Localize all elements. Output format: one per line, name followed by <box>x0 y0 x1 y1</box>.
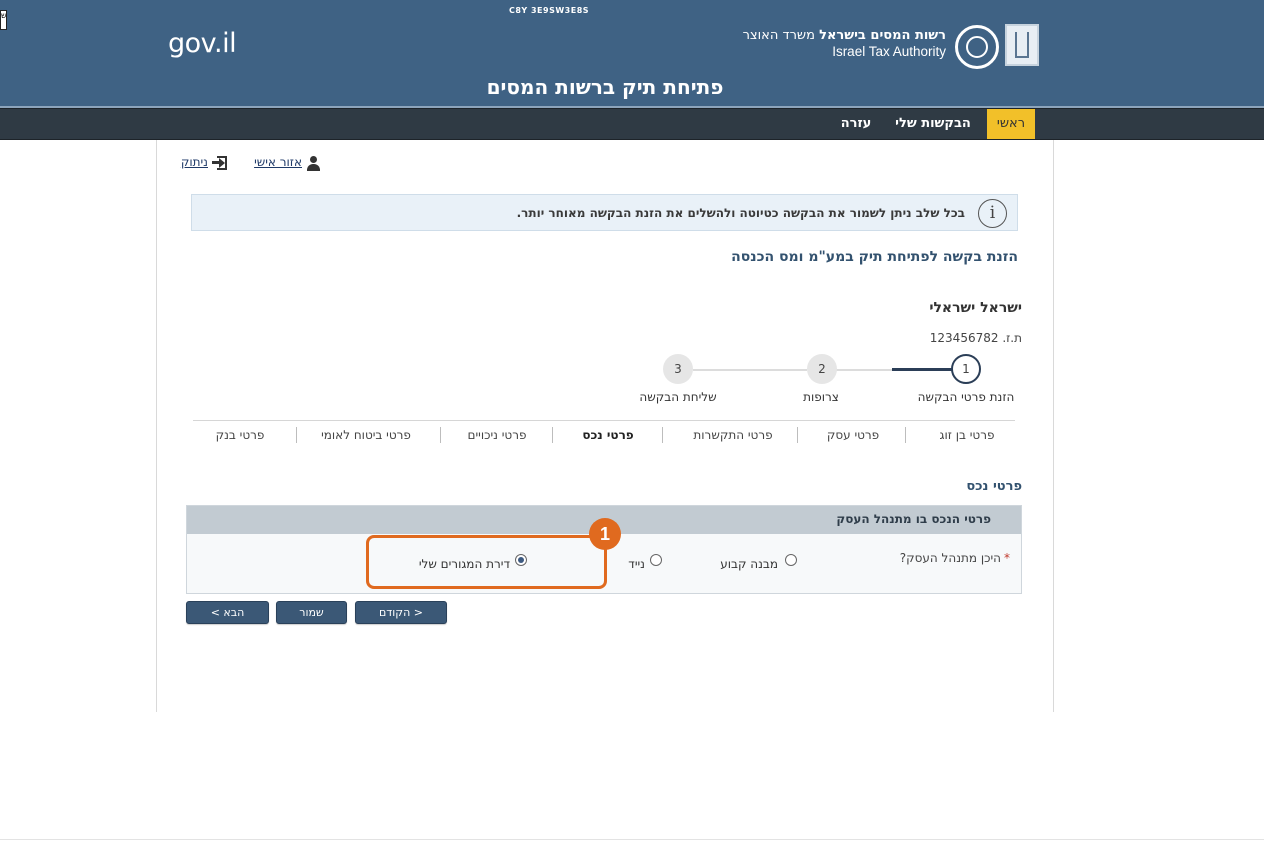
step-3-label: שליחת הבקשה <box>639 390 717 404</box>
tab-spouse-details[interactable]: פרטי בן זוג <box>922 428 1012 442</box>
tab-property-details[interactable]: פרטי נכס <box>563 428 653 442</box>
business-location-question: *היכן מתנהל העסק? <box>900 551 1010 565</box>
step-connector-1 <box>836 369 892 371</box>
step-connector-2 <box>693 369 807 371</box>
nav-my-requests[interactable]: הבקשות שלי <box>893 109 973 139</box>
info-icon: i <box>978 199 1007 228</box>
applicant-name: ישראל ישראלי <box>929 300 1022 316</box>
radio-fixed-building[interactable] <box>785 554 797 566</box>
info-banner: i בכל שלב ניתן לשמור את הבקשה כטיוטה ולה… <box>191 194 1018 231</box>
tab-separator <box>905 427 906 443</box>
section-title: פרטי נכס <box>966 479 1022 494</box>
request-title: הזנת בקשה לפתיחת תיק במע"מ ומס הכנסה <box>731 249 1018 265</box>
authority-hebrew: רשות המסים בישראל משרד האוצר <box>743 28 946 43</box>
logout-link[interactable]: ניתוק <box>181 155 208 169</box>
gov-il-logo-text: gov.il <box>168 28 237 59</box>
tabs-divider <box>193 420 1015 421</box>
authority-english: Israel Tax Authority <box>832 44 946 59</box>
step-1-label: הזנת פרטי הבקשה <box>917 390 1015 404</box>
radio-fixed-building-label[interactable]: מבנה קבוע <box>700 557 778 571</box>
logout-icon[interactable] <box>212 155 228 171</box>
question-text: היכן מתנהל העסק? <box>899 551 1001 565</box>
main-nav: ראשי הבקשות שלי עזרה <box>0 108 1264 140</box>
tab-contact-details[interactable]: פרטי התקשרות <box>678 428 788 442</box>
tax-authority-logo-icon <box>955 25 999 69</box>
user-bar: אזור אישי ניתוק <box>180 155 320 173</box>
state-emblem-icon <box>1005 24 1039 66</box>
content-border-right <box>1053 140 1054 712</box>
save-button[interactable]: שמור <box>276 601 347 624</box>
next-button[interactable]: הבא > <box>186 601 269 624</box>
previous-button[interactable]: < הקודם <box>355 601 447 624</box>
step-1-indicator: 1 <box>951 354 981 384</box>
nav-home[interactable]: ראשי <box>987 109 1035 139</box>
personal-area-link[interactable]: אזור אישי <box>254 155 302 169</box>
required-marker: * <box>1004 551 1010 565</box>
applicant-id-value: 123456782 <box>929 331 999 345</box>
step-3-indicator: 3 <box>663 354 693 384</box>
user-icon <box>306 156 320 171</box>
authority-ministry: משרד האוצר <box>742 28 815 43</box>
tab-separator <box>552 427 553 443</box>
authority-name: רשות המסים בישראל משרד האוצר Israel Tax … <box>743 28 946 59</box>
header-code: C8Y 3E9SW3E8S <box>508 6 590 15</box>
step-2-label: צרופות <box>803 390 839 404</box>
applicant-id-label: ת.ז. <box>1002 331 1022 345</box>
nav-help[interactable]: עזרה <box>836 109 876 139</box>
gov-il-logo[interactable]: gov.il <box>168 28 237 59</box>
tab-national-insurance[interactable]: פרטי ביטוח לאומי <box>306 428 426 442</box>
tab-separator <box>440 427 441 443</box>
radio-mobile-label[interactable]: נייד <box>612 557 645 571</box>
info-message: בכל שלב ניתן לשמור את הבקשה כטיוטה ולהשל… <box>516 206 965 220</box>
tab-business-details[interactable]: פרטי עסק <box>808 428 898 442</box>
page-bottom-divider <box>0 839 1264 840</box>
step-2-indicator: 2 <box>807 354 837 384</box>
page-title: פתיחת תיק ברשות המסים <box>486 75 724 99</box>
tab-separator <box>296 427 297 443</box>
step-connector-done <box>892 368 952 371</box>
applicant-id: ת.ז. 123456782 <box>930 331 1022 345</box>
authority-hebrew-bold: רשות המסים בישראל <box>819 28 946 43</box>
panel-header-text: פרטי הנכס בו מתנהל העסק <box>836 512 991 526</box>
radio-mobile[interactable] <box>650 554 662 566</box>
tab-separator <box>662 427 663 443</box>
annotation-highlight <box>366 535 607 589</box>
tab-deductions-details[interactable]: פרטי ניכויים <box>452 428 542 442</box>
content-border-left <box>156 140 157 712</box>
annotation-badge: 1 <box>589 518 621 550</box>
tab-bank-details[interactable]: פרטי בנק <box>200 428 280 442</box>
corner-marker: ש <box>0 10 7 30</box>
tab-separator <box>797 427 798 443</box>
